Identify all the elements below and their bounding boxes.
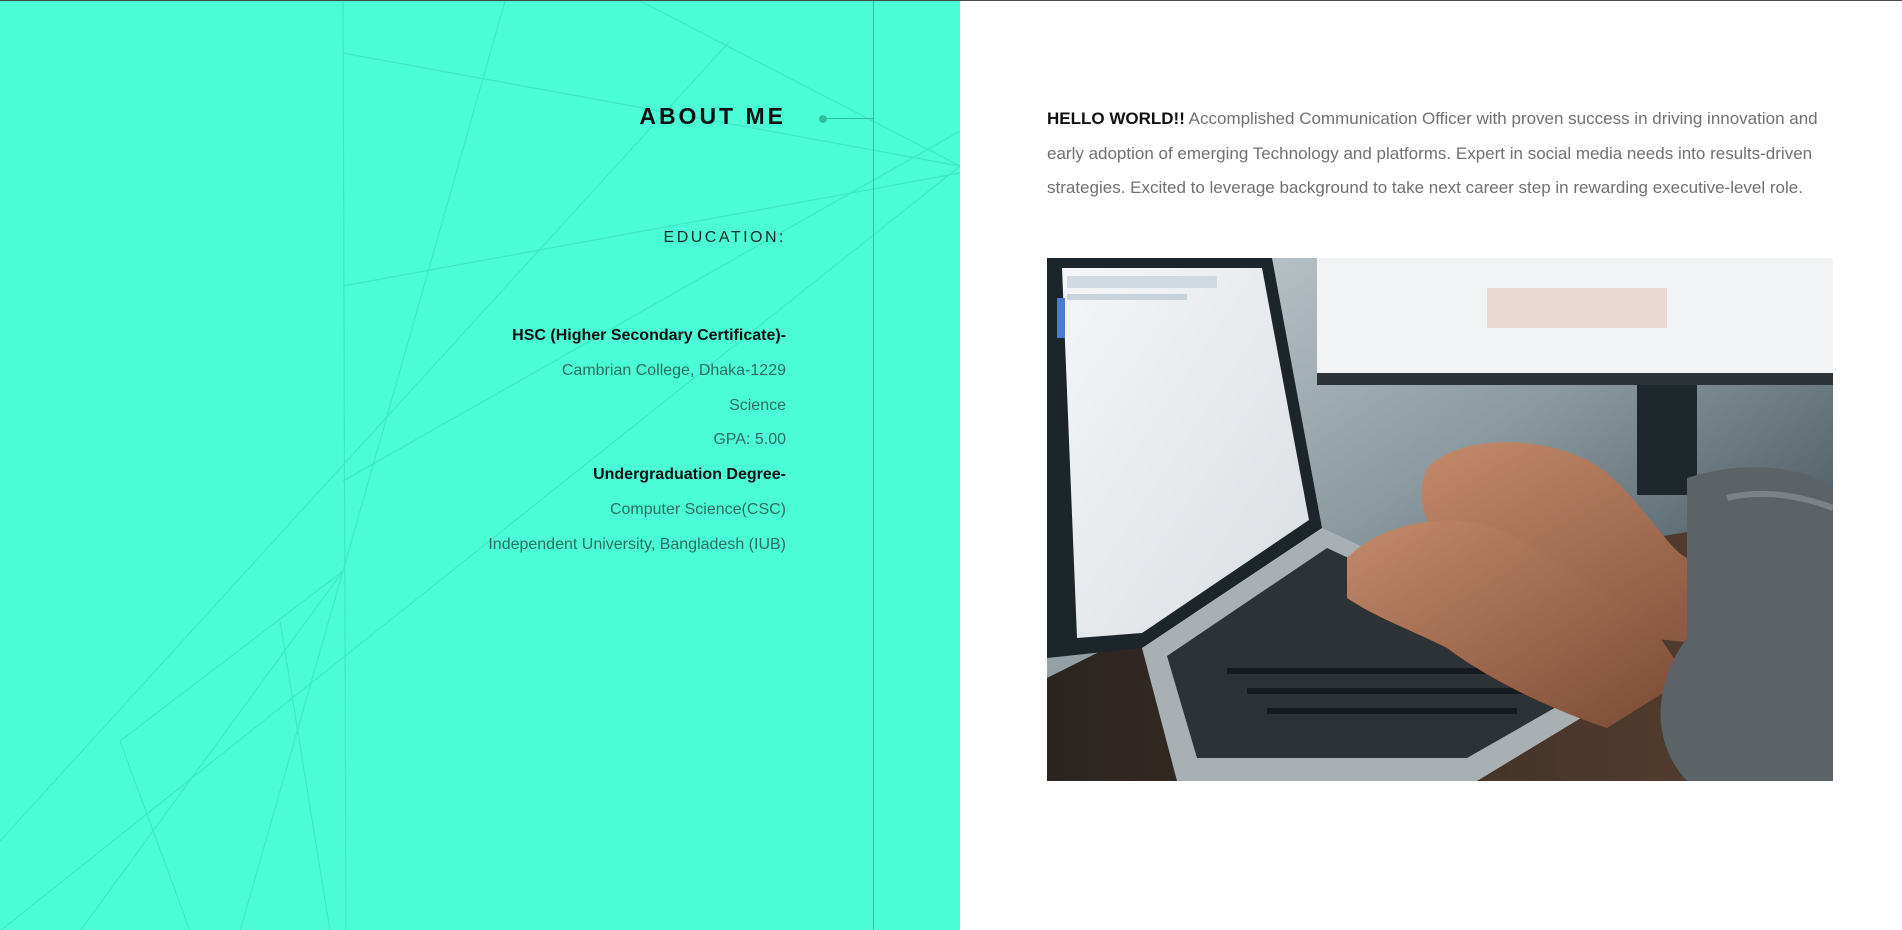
education-line: HSC (Higher Secondary Certificate)- <box>512 327 786 344</box>
laptop-photo-illustration <box>1047 258 1833 781</box>
timeline-dot <box>819 115 827 123</box>
intro-paragraph: HELLO WORLD!! Accomplished Communication… <box>1047 102 1837 206</box>
education-list: HSC (Higher Secondary Certificate)- Camb… <box>226 319 786 563</box>
education-line: Undergraduation Degree- <box>593 466 786 484</box>
education-line: Computer Science(CSC) <box>609 500 786 518</box>
intro-lead: HELLO WORLD!! <box>1047 109 1185 128</box>
page: ABOUT ME EDUCATION: HSC (Higher Secondar… <box>0 0 1902 930</box>
about-panel: ABOUT ME EDUCATION: HSC (Higher Secondar… <box>0 1 960 930</box>
timeline-connector <box>823 118 873 119</box>
about-me-title: ABOUT ME <box>639 103 786 129</box>
timeline-line <box>873 1 874 930</box>
laptop-typing-photo <box>1047 258 1833 781</box>
education-line: Science <box>729 396 786 414</box>
education-heading: EDUCATION: <box>663 229 786 246</box>
education-line: GPA: 5.00 <box>713 431 786 449</box>
education-line: Cambrian College, Dhaka-1229 <box>561 361 786 379</box>
education-line: Independent University, Bangladesh (IUB) <box>488 535 786 553</box>
